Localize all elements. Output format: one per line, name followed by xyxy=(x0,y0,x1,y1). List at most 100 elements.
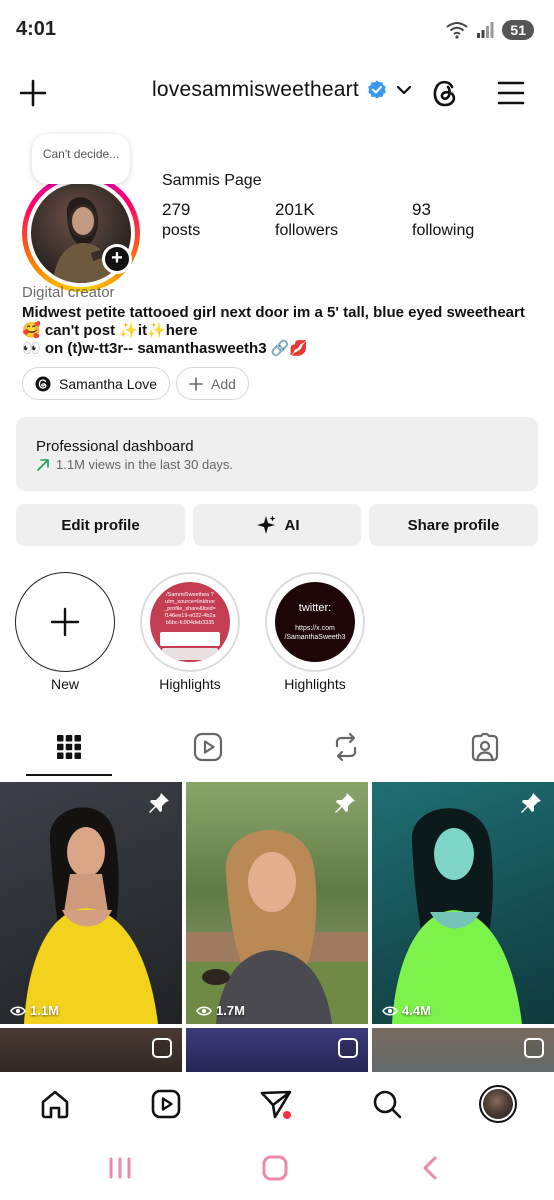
threads-profile-pill[interactable]: Samantha Love xyxy=(22,367,171,400)
post-thumbnail[interactable] xyxy=(372,1028,554,1072)
threads-button[interactable] xyxy=(428,76,462,110)
highlight-new-circle xyxy=(15,572,115,672)
highlight-cover-text: /SammiSweethea ?utm_source=linktree _pro… xyxy=(164,592,216,626)
stat-following[interactable]: 93 following xyxy=(412,200,474,240)
stat-followers-count: 201K xyxy=(275,200,315,219)
recent-apps-button[interactable] xyxy=(108,1157,132,1184)
edit-profile-label: Edit profile xyxy=(61,516,140,534)
pinned-icon xyxy=(148,792,170,819)
menu-icon xyxy=(497,81,525,105)
view-count: 1.7M xyxy=(196,1003,245,1018)
note-bubble[interactable]: Can't decide... xyxy=(32,134,130,184)
pinned-icon xyxy=(520,792,542,819)
stat-followers-label: followers xyxy=(275,222,339,239)
carousel-icon xyxy=(338,1038,358,1058)
bio-line: Midwest petite tattooed girl next door i… xyxy=(22,304,525,321)
notification-dot xyxy=(283,1111,291,1119)
tab-posts[interactable] xyxy=(14,720,124,774)
post-thumbnail[interactable]: 1.1M xyxy=(0,782,182,1024)
verified-badge-icon xyxy=(368,80,386,99)
nav-profile[interactable] xyxy=(478,1084,518,1124)
highlight-cover-text: https://x.com /SamanthaSweeth3 xyxy=(284,625,346,641)
share-profile-button[interactable]: Share profile xyxy=(369,504,538,546)
post-thumbnail[interactable]: 4.4M xyxy=(372,782,554,1024)
profile-avatar-ring[interactable] xyxy=(22,174,140,292)
chevron-down-icon xyxy=(396,85,411,95)
plus-icon xyxy=(50,607,79,636)
dashboard-title: Professional dashboard xyxy=(36,438,194,455)
highlight-item[interactable]: /SammiSweethea ?utm_source=linktree _pro… xyxy=(140,572,240,692)
reels-icon xyxy=(193,732,223,762)
nav-home[interactable] xyxy=(35,1084,75,1124)
reels-icon xyxy=(151,1089,181,1119)
highlight-new[interactable]: New xyxy=(15,572,115,692)
stat-posts-label: posts xyxy=(162,222,201,239)
edit-profile-button[interactable]: Edit profile xyxy=(16,504,185,546)
post-thumbnail[interactable] xyxy=(0,1028,182,1072)
view-count: 1.1M xyxy=(10,1003,59,1018)
home-system-icon xyxy=(262,1155,288,1181)
pinned-icon xyxy=(334,792,356,819)
stat-following-count: 93 xyxy=(412,200,431,219)
post-thumbnail[interactable] xyxy=(186,1028,368,1072)
add-pill-label: Add xyxy=(211,375,236,392)
profile-bio: Midwest petite tattooed girl next door i… xyxy=(22,304,542,358)
system-nav-bar xyxy=(0,1140,554,1200)
grid-icon xyxy=(57,735,81,759)
view-count: 4.4M xyxy=(382,1003,431,1018)
sparkle-icon xyxy=(256,515,275,534)
wifi-icon xyxy=(446,22,469,39)
bio-line: 👀 on (t)w-tt3r-- samanthasweeth3 🔗💋 xyxy=(22,340,309,357)
active-tab-indicator xyxy=(26,774,112,776)
profile-avatar xyxy=(479,1085,517,1123)
view-count-value: 1.7M xyxy=(216,1003,245,1018)
post-thumbnail[interactable]: 1.7M xyxy=(186,782,368,1024)
eye-icon xyxy=(382,1005,398,1016)
tab-reels[interactable] xyxy=(153,720,263,774)
stat-following-label: following xyxy=(412,222,475,239)
share-profile-label: Share profile xyxy=(407,516,500,534)
profile-category: Digital creator xyxy=(22,284,115,301)
highlight-label: Highlights xyxy=(284,676,346,692)
tab-reposts[interactable] xyxy=(291,720,401,774)
posts-grid: 1.1M 1.7M 4.4M xyxy=(0,782,554,1072)
view-count-value: 4.4M xyxy=(402,1003,431,1018)
reel-icon xyxy=(152,1038,172,1058)
menu-button[interactable] xyxy=(494,76,528,110)
professional-dashboard[interactable]: Professional dashboard 1.1M views in the… xyxy=(16,417,538,491)
ai-button[interactable]: AI xyxy=(193,504,361,546)
reel-icon xyxy=(524,1038,544,1058)
nav-search[interactable] xyxy=(367,1084,407,1124)
add-story-button[interactable]: + xyxy=(102,244,132,274)
full-name: Sammis Page xyxy=(162,172,262,189)
threads-icon xyxy=(35,376,51,391)
create-button[interactable] xyxy=(16,76,50,110)
profile-tabs xyxy=(0,720,554,778)
username-label: lovesammisweetheart xyxy=(152,78,359,101)
highlight-item[interactable]: twitter: https://x.com /SamanthaSweeth3 … xyxy=(265,572,365,692)
back-system-button[interactable] xyxy=(420,1155,440,1186)
search-icon xyxy=(373,1090,402,1119)
nav-reels[interactable] xyxy=(146,1084,186,1124)
stat-posts[interactable]: 279 posts xyxy=(162,200,200,240)
highlight-label: New xyxy=(50,676,79,692)
bio-line: 🥰 can't post ✨it✨here xyxy=(22,322,198,339)
add-link-pill[interactable]: Add xyxy=(176,367,249,400)
tab-tagged[interactable] xyxy=(430,720,540,774)
highlight-cover: twitter: https://x.com /SamanthaSweeth3 xyxy=(275,582,355,662)
status-time: 4:01 xyxy=(16,18,57,40)
status-bar: 4:01 51 xyxy=(0,0,554,62)
stat-posts-count: 279 xyxy=(162,200,191,219)
home-icon xyxy=(41,1090,69,1119)
home-system-button[interactable] xyxy=(262,1155,288,1186)
battery-indicator: 51 xyxy=(502,20,534,40)
stat-followers[interactable]: 201K followers xyxy=(275,200,338,240)
eye-icon xyxy=(196,1005,212,1016)
nav-direct[interactable] xyxy=(256,1084,296,1124)
dashboard-subtitle-row: 1.1M views in the last 30 days. xyxy=(36,457,233,472)
highlight-label: Highlights xyxy=(159,676,221,692)
bottom-nav xyxy=(0,1072,554,1136)
account-switcher[interactable]: lovesammisweetheart xyxy=(152,78,413,102)
threads-pill-label: Samantha Love xyxy=(59,375,158,392)
status-icons: 51 xyxy=(446,20,534,40)
